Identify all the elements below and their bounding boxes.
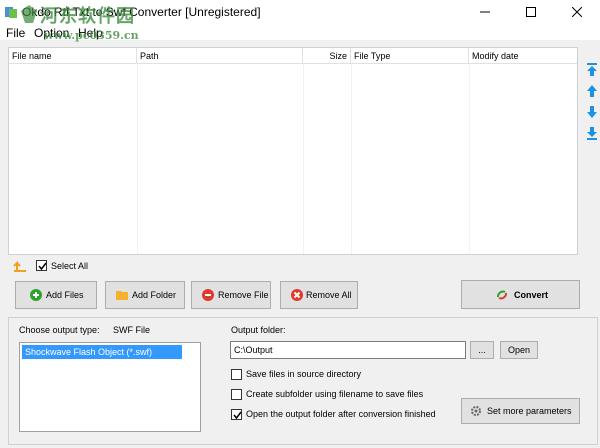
gear-icon: [471, 406, 481, 416]
close-button[interactable]: [554, 0, 600, 24]
file-list[interactable]: File name Path Size File Type Modify dat…: [8, 47, 578, 255]
convert-label: Convert: [514, 290, 549, 300]
close-icon: [572, 7, 582, 17]
remove-all-button[interactable]: Remove All: [280, 281, 358, 309]
maximize-button[interactable]: [508, 0, 554, 24]
menu-file[interactable]: File: [6, 26, 25, 40]
open-after-label: Open the output folder after conversion …: [246, 409, 436, 419]
add-folder-button[interactable]: Add Folder: [105, 281, 185, 309]
output-type-label: Choose output type:: [19, 325, 100, 335]
column-size[interactable]: Size: [303, 48, 351, 64]
app-icon: [5, 7, 17, 18]
title-bar: Okdo Rtf Txt to Swf Converter [Unregiste…: [0, 0, 600, 24]
minimize-icon: [480, 11, 490, 13]
remove-all-icon: [291, 289, 303, 301]
add-files-label: Add Files: [46, 290, 84, 300]
maximize-icon: [526, 7, 536, 17]
browse-button[interactable]: ...: [470, 341, 494, 359]
open-folder-button[interactable]: Open: [500, 341, 538, 359]
menu-help[interactable]: Help: [78, 26, 103, 40]
create-subfolder-label: Create subfolder using filename to save …: [246, 389, 424, 399]
remove-file-label: Remove File: [218, 290, 269, 300]
remove-all-label: Remove All: [306, 290, 352, 300]
move-down-icon[interactable]: [586, 105, 598, 119]
output-type-value: SWF File: [113, 325, 150, 335]
set-parameters-button[interactable]: Set more parameters: [461, 398, 580, 424]
add-icon: [30, 289, 42, 301]
select-all-checkbox[interactable]: [36, 260, 47, 271]
menu-option[interactable]: Option: [34, 26, 69, 40]
column-divider: [303, 64, 304, 254]
add-files-button[interactable]: Add Files: [15, 281, 97, 309]
column-file-name[interactable]: File name: [9, 48, 137, 64]
convert-button[interactable]: Convert: [461, 280, 580, 309]
add-folder-label: Add Folder: [132, 290, 177, 300]
column-modify-date[interactable]: Modify date: [469, 48, 577, 64]
menu-bar: File Option Help: [0, 24, 600, 40]
column-divider: [351, 64, 352, 254]
open-after-checkbox[interactable]: [231, 409, 242, 420]
convert-icon: [497, 290, 507, 300]
column-divider: [137, 64, 138, 254]
output-type-list[interactable]: Shockwave Flash Object (*.swf): [19, 342, 201, 432]
save-in-source-checkbox[interactable]: [231, 369, 242, 380]
reorder-controls: [584, 63, 600, 143]
column-divider: [469, 64, 470, 254]
move-top-icon[interactable]: [586, 63, 598, 77]
select-all-label: Select All: [51, 261, 89, 271]
remove-file-button[interactable]: Remove File: [191, 281, 271, 309]
output-settings-panel: Choose output type: SWF File Shockwave F…: [8, 317, 598, 445]
column-file-type[interactable]: File Type: [351, 48, 469, 64]
create-subfolder-checkbox[interactable]: [231, 389, 242, 400]
file-list-header: File name Path Size File Type Modify dat…: [9, 48, 577, 64]
up-folder-icon[interactable]: [12, 259, 28, 273]
output-type-item[interactable]: Shockwave Flash Object (*.swf): [22, 345, 182, 359]
save-in-source-label: Save files in source directory: [246, 369, 362, 379]
minimize-button[interactable]: [462, 0, 508, 24]
output-folder-input[interactable]: C:\Output: [230, 341, 466, 359]
move-up-icon[interactable]: [586, 84, 598, 98]
window-title: Okdo Rtf Txt to Swf Converter [Unregiste…: [22, 5, 261, 19]
remove-icon: [202, 289, 214, 301]
folder-icon: [116, 291, 128, 300]
output-folder-label: Output folder:: [231, 325, 286, 335]
column-path[interactable]: Path: [137, 48, 303, 64]
set-parameters-label: Set more parameters: [487, 406, 572, 416]
move-bottom-icon[interactable]: [586, 126, 598, 140]
